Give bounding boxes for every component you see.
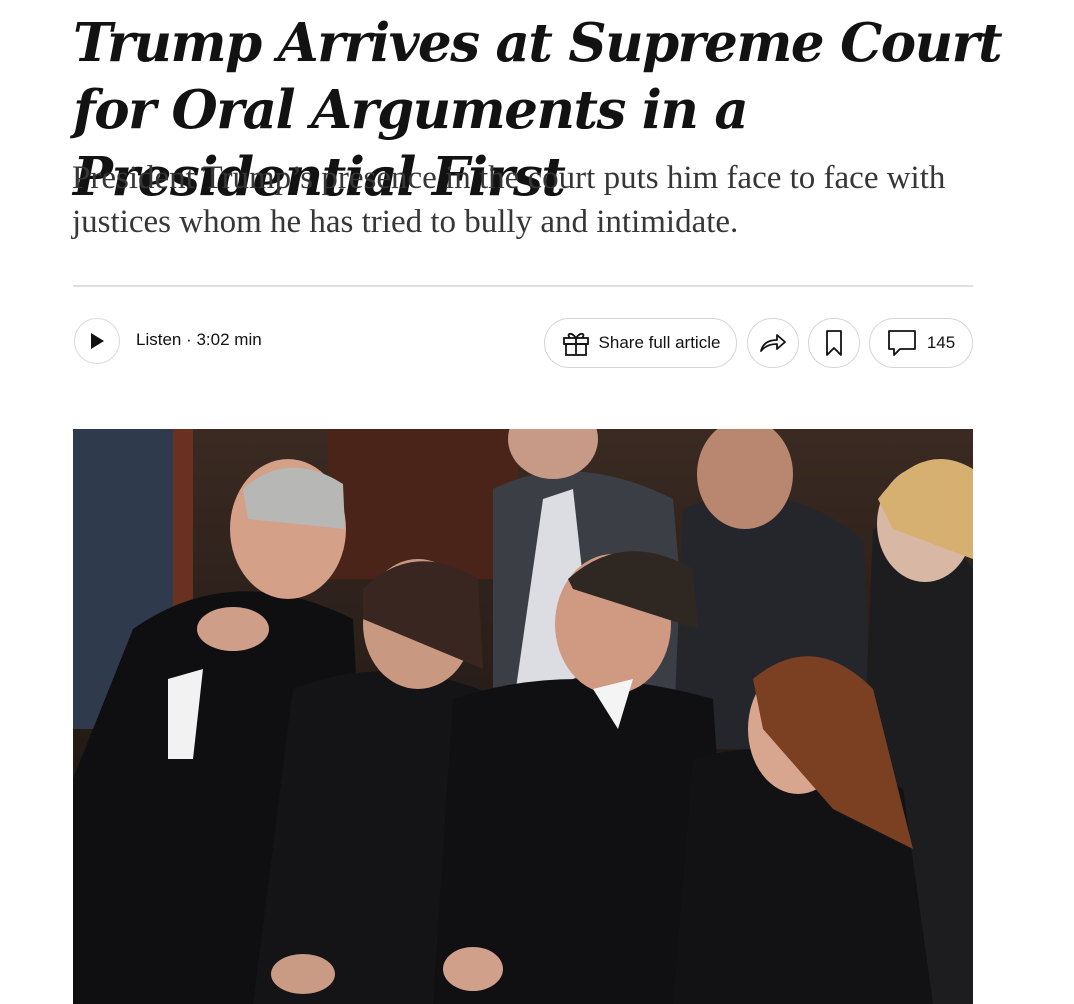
save-button[interactable] bbox=[808, 318, 860, 368]
share-full-article-button[interactable]: Share full article bbox=[544, 318, 737, 368]
play-icon bbox=[91, 333, 104, 349]
comments-button[interactable]: 145 bbox=[869, 318, 973, 368]
share-button[interactable] bbox=[747, 318, 799, 368]
bookmark-icon bbox=[826, 330, 842, 356]
justices-photo-illustration bbox=[73, 429, 973, 1004]
share-arrow-icon bbox=[760, 334, 786, 352]
listen-play-button[interactable] bbox=[74, 318, 120, 364]
gift-icon bbox=[562, 332, 589, 356]
header-divider bbox=[73, 285, 973, 287]
listen-duration-label[interactable]: Listen · 3:02 min bbox=[136, 330, 262, 350]
article-lead-photo bbox=[73, 429, 973, 1004]
article-summary: President Trump’s presence in the court … bbox=[72, 160, 946, 240]
speech-bubble-icon bbox=[887, 330, 916, 356]
share-full-article-label: Share full article bbox=[598, 333, 721, 352]
comment-count: 145 bbox=[926, 333, 956, 352]
